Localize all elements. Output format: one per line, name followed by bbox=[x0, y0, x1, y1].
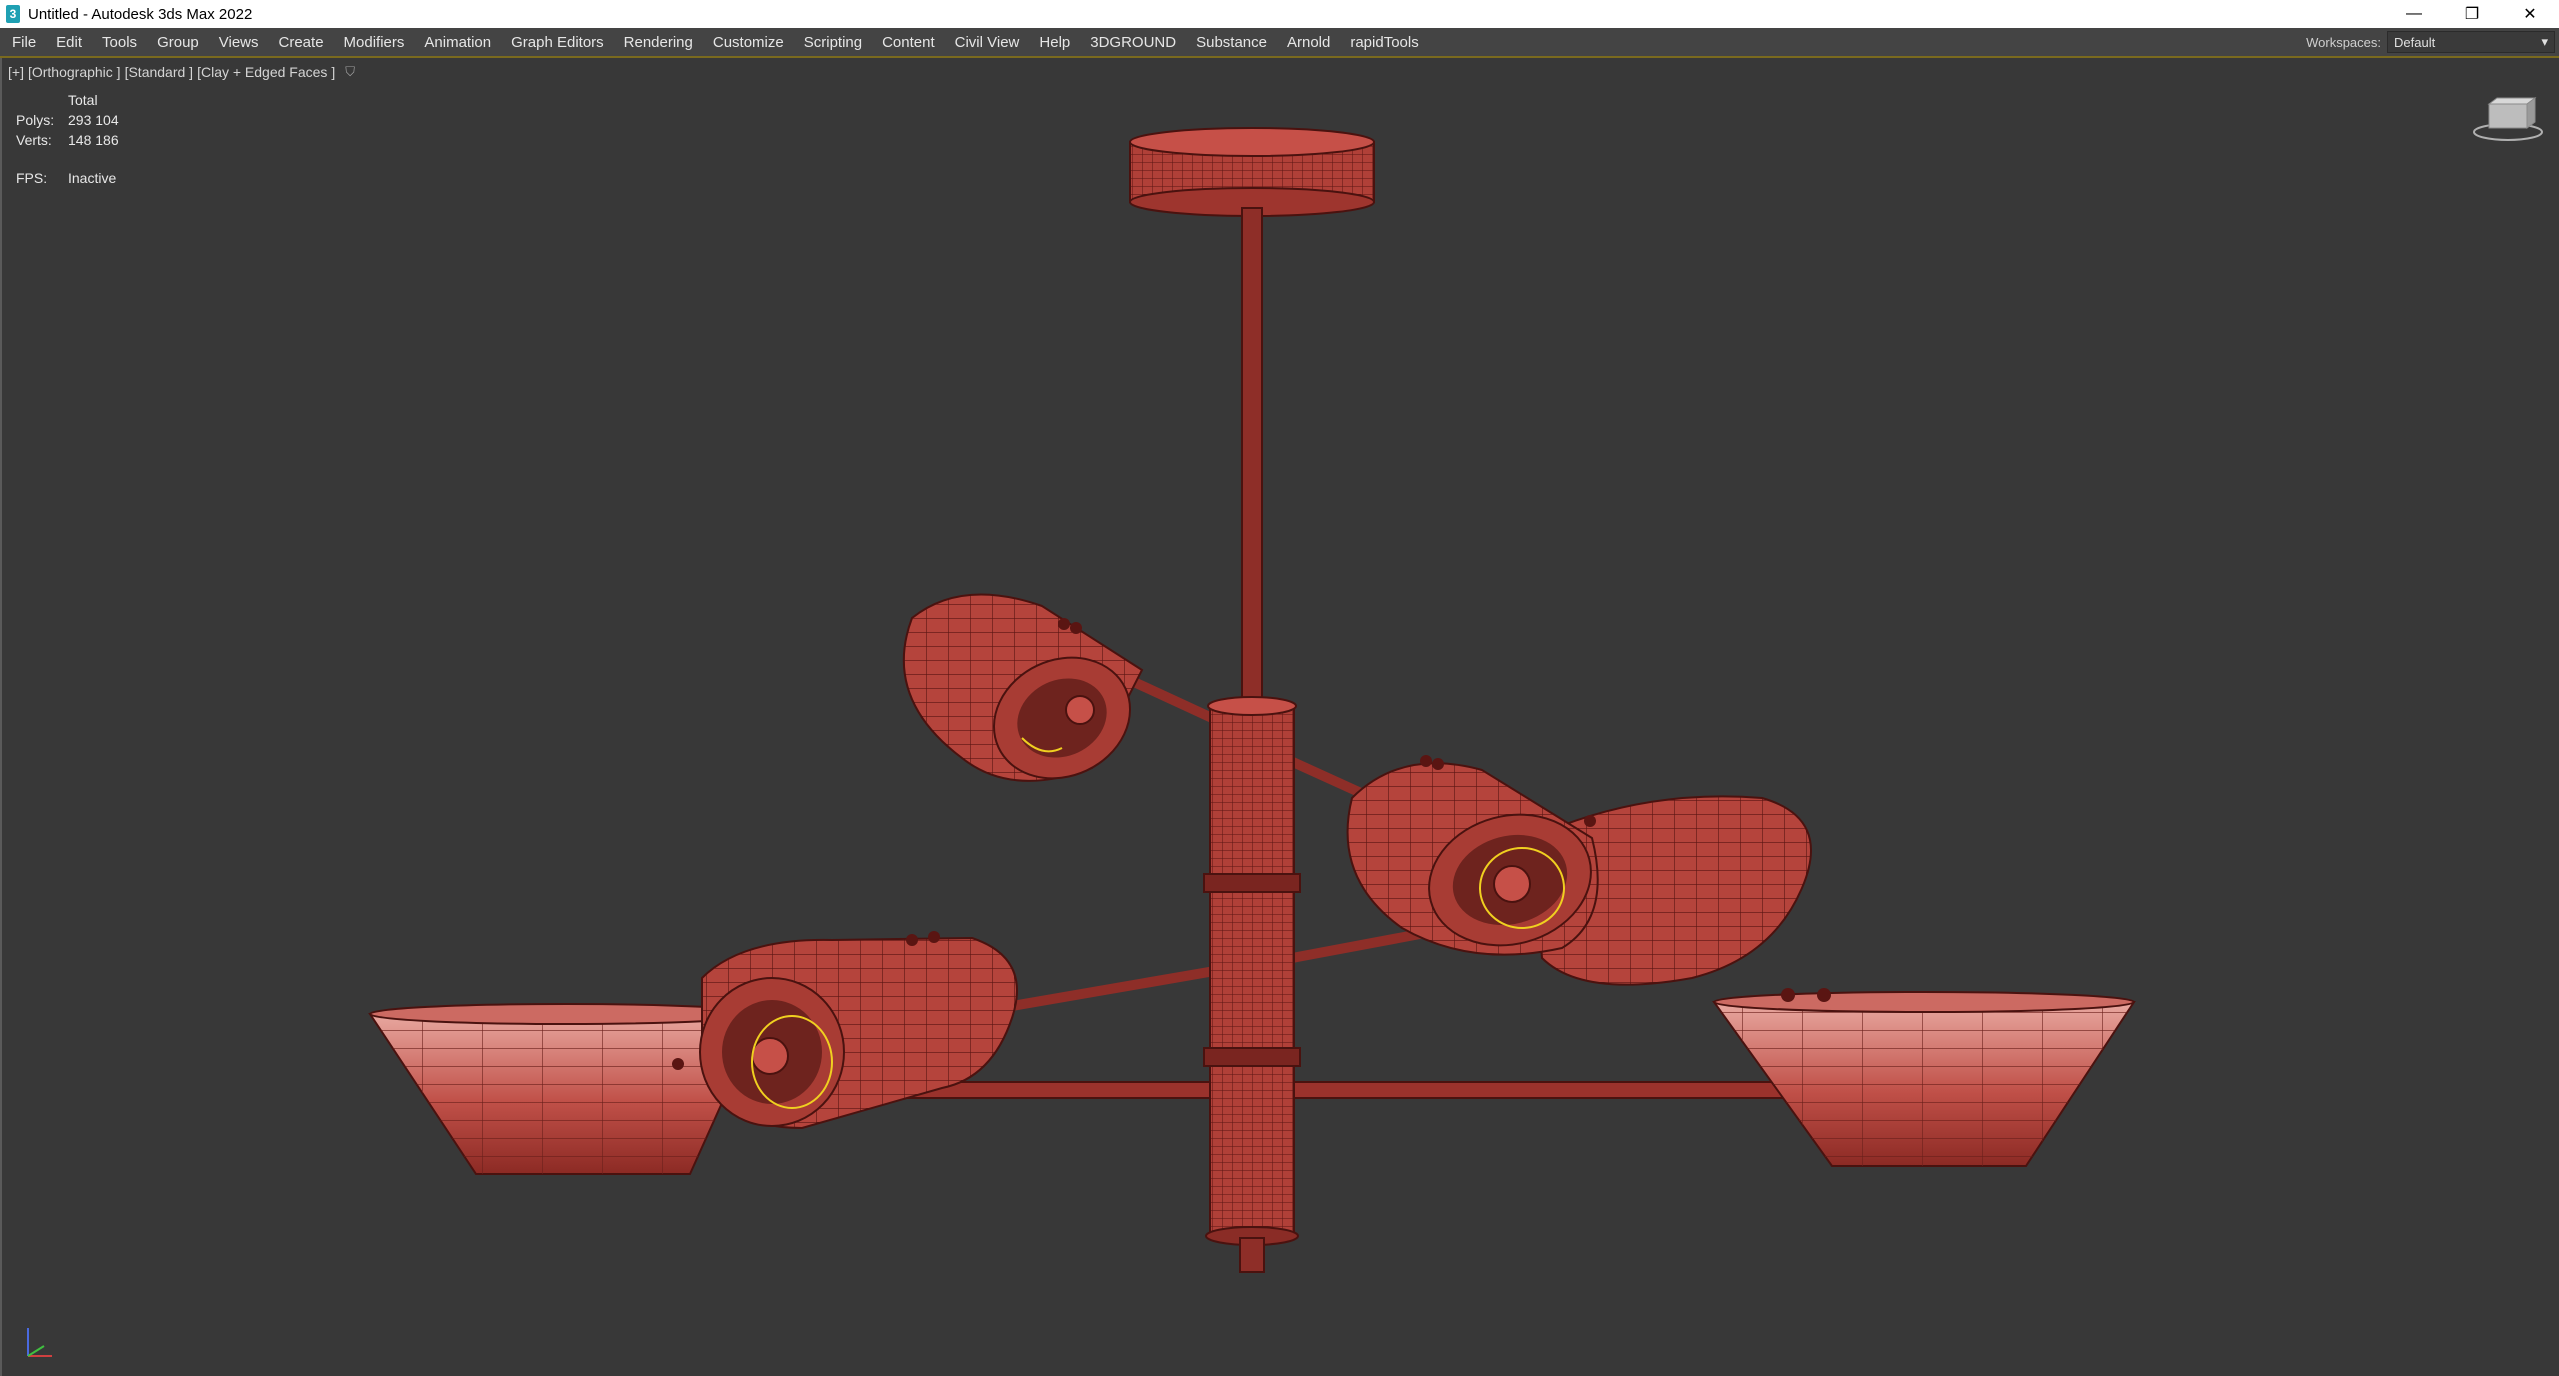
viewport-label[interactable]: [+] [Orthographic ] [Standard ] [Clay + … bbox=[8, 64, 359, 80]
viewport-scene bbox=[368, 127, 2136, 1273]
window-title: Untitled - Autodesk 3ds Max 2022 bbox=[28, 5, 253, 23]
stats-header: Total bbox=[68, 92, 98, 108]
window-controls: — ❐ ✕ bbox=[2385, 0, 2559, 28]
menu-content[interactable]: Content bbox=[872, 28, 945, 56]
menu-create[interactable]: Create bbox=[269, 28, 334, 56]
viewport-menu-plus[interactable]: [+] bbox=[8, 64, 24, 80]
spot-lamp-right-front bbox=[1346, 755, 1599, 956]
fps-label: FPS: bbox=[16, 170, 48, 186]
workspaces-value: Default bbox=[2394, 34, 2436, 50]
arm-mid-left bbox=[1011, 963, 1233, 1011]
perspective-viewport[interactable]: [+] [Orthographic ] [Standard ] [Clay + … bbox=[0, 58, 2559, 1376]
menu-substance[interactable]: Substance bbox=[1186, 28, 1277, 56]
verts-value: 148 186 bbox=[68, 132, 119, 148]
menu-tools[interactable]: Tools bbox=[92, 28, 147, 56]
menu-edit[interactable]: Edit bbox=[46, 28, 92, 56]
menu-modifiers[interactable]: Modifiers bbox=[334, 28, 415, 56]
menu-animation[interactable]: Animation bbox=[414, 28, 501, 56]
spot-lamp-upper-left bbox=[902, 593, 1144, 782]
filter-icon[interactable]: ⛉ bbox=[345, 64, 355, 80]
workspaces-dropdown[interactable]: Default ▾ bbox=[2387, 31, 2555, 53]
menu-help[interactable]: Help bbox=[1029, 28, 1080, 56]
menu-3dground[interactable]: 3DGROUND bbox=[1080, 28, 1186, 56]
fps-value: Inactive bbox=[68, 170, 117, 186]
workspaces-label: Workspaces: bbox=[2306, 34, 2381, 50]
axis-tripod-icon bbox=[27, 1328, 52, 1357]
central-column bbox=[1203, 696, 1301, 1273]
menu-arnold[interactable]: Arnold bbox=[1277, 28, 1340, 56]
viewport-shading-standard[interactable]: [Standard ] bbox=[125, 64, 194, 80]
app-icon[interactable]: 3 bbox=[6, 5, 20, 23]
menu-rapidtools[interactable]: rapidTools bbox=[1340, 28, 1428, 56]
menu-graph-editors[interactable]: Graph Editors bbox=[501, 28, 614, 56]
menu-views[interactable]: Views bbox=[209, 28, 269, 56]
chevron-down-icon: ▾ bbox=[2541, 34, 2548, 49]
menu-bar: File Edit Tools Group Views Create Modif… bbox=[0, 28, 2559, 58]
menu-group[interactable]: Group bbox=[147, 28, 209, 56]
right-bowl-shade bbox=[1712, 988, 2136, 1167]
polys-value: 293 104 bbox=[68, 112, 119, 128]
menu-rendering[interactable]: Rendering bbox=[614, 28, 703, 56]
ceiling-canopy bbox=[1129, 127, 1375, 217]
ceiling-rod bbox=[1241, 207, 1263, 699]
viewcube-icon[interactable] bbox=[2471, 94, 2545, 144]
verts-label: Verts: bbox=[16, 132, 52, 148]
restore-button[interactable]: ❐ bbox=[2443, 0, 2501, 28]
polys-label: Polys: bbox=[16, 112, 55, 128]
title-bar: 3 Untitled - Autodesk 3ds Max 2022 — ❐ ✕ bbox=[0, 0, 2559, 28]
menu-customize[interactable]: Customize bbox=[703, 28, 794, 56]
statistics-overlay: Total Polys: 293 104 Verts: 148 186 FPS:… bbox=[16, 90, 119, 188]
viewport-view-type[interactable]: [Orthographic ] bbox=[28, 64, 121, 80]
menu-scripting[interactable]: Scripting bbox=[794, 28, 872, 56]
minimize-button[interactable]: — bbox=[2385, 0, 2443, 28]
menu-civil-view[interactable]: Civil View bbox=[945, 28, 1030, 56]
viewport-shading-mode[interactable]: [Clay + Edged Faces ] bbox=[197, 64, 335, 80]
workspaces-area: Workspaces: Default ▾ bbox=[2306, 28, 2559, 56]
close-button[interactable]: ✕ bbox=[2501, 0, 2559, 28]
menu-file[interactable]: File bbox=[0, 28, 46, 56]
